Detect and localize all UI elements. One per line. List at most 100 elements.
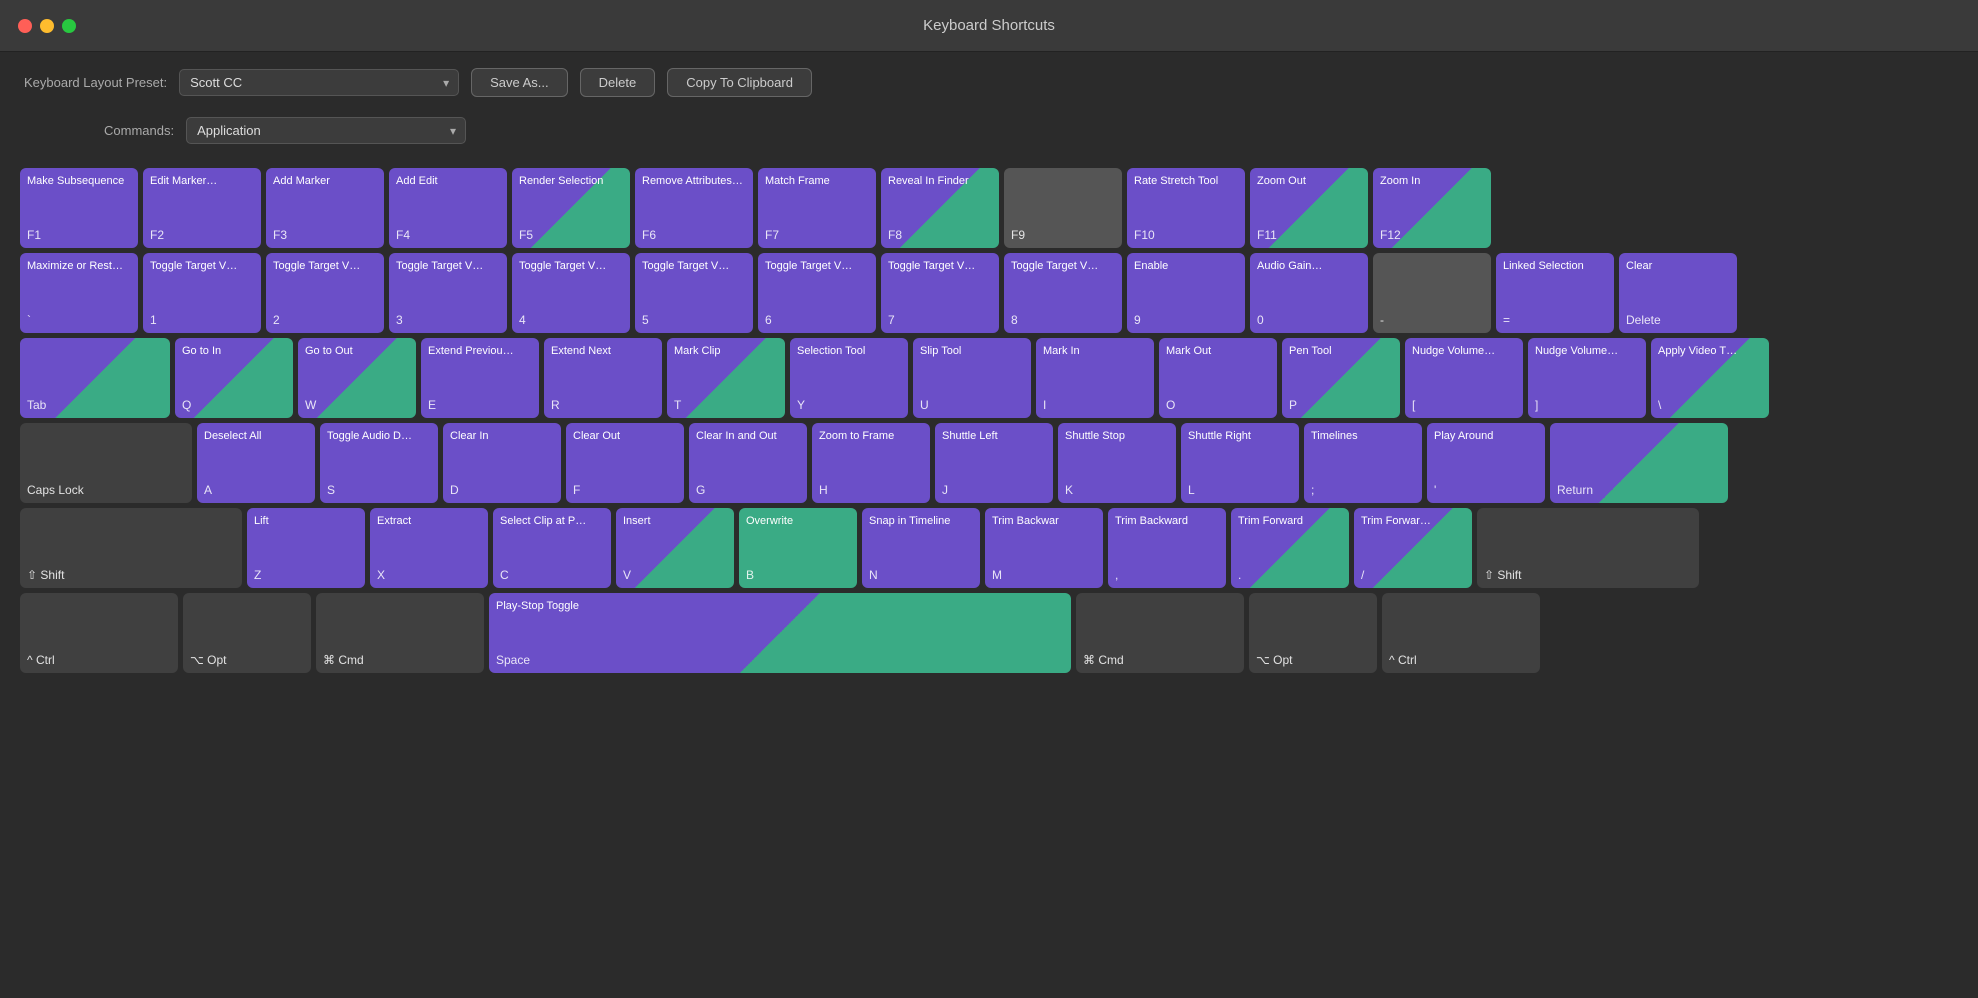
key-shortcut-shift-l: ⇧ Shift	[27, 568, 64, 582]
key-9[interactable]: Enable9	[1127, 253, 1245, 333]
key-name-8: Toggle Target V…	[1011, 259, 1115, 273]
key-v[interactable]: InsertV	[616, 508, 734, 588]
key-name-f6: Remove Attributes…	[642, 174, 746, 188]
maximize-button[interactable]	[62, 19, 76, 33]
key-f3[interactable]: Add MarkerF3	[266, 168, 384, 248]
key-f2[interactable]: Edit Marker…F2	[143, 168, 261, 248]
key-i[interactable]: Mark InI	[1036, 338, 1154, 418]
copy-to-clipboard-button[interactable]: Copy To Clipboard	[667, 68, 812, 97]
save-as-button[interactable]: Save As...	[471, 68, 568, 97]
key-f4[interactable]: Add EditF4	[389, 168, 507, 248]
key-l[interactable]: Shuttle RightL	[1181, 423, 1299, 503]
key-shortcut-f6: F6	[642, 228, 656, 242]
key-6[interactable]: Toggle Target V…6	[758, 253, 876, 333]
key-2[interactable]: Toggle Target V…2	[266, 253, 384, 333]
key-4[interactable]: Toggle Target V…4	[512, 253, 630, 333]
key-w[interactable]: Go to OutW	[298, 338, 416, 418]
key-caps[interactable]: Caps Lock	[20, 423, 192, 503]
key-g[interactable]: Clear In and OutG	[689, 423, 807, 503]
key-ctrl-l[interactable]: ^ Ctrl	[20, 593, 178, 673]
key-a[interactable]: Deselect AllA	[197, 423, 315, 503]
key-shortcut-backtick: `	[27, 313, 31, 327]
key-name-f12: Zoom In	[1380, 174, 1484, 188]
key-return[interactable]: Return	[1550, 423, 1728, 503]
key-slash[interactable]: Trim Forwar…/	[1354, 508, 1472, 588]
key-f1[interactable]: Make SubsequenceF1	[20, 168, 138, 248]
key-7[interactable]: Toggle Target V…7	[881, 253, 999, 333]
key-f8[interactable]: Reveal In FinderF8	[881, 168, 999, 248]
key-shortcut-f10: F10	[1134, 228, 1155, 242]
key-shortcut-c: C	[500, 568, 509, 582]
key-0[interactable]: Audio Gain…0	[1250, 253, 1368, 333]
key-shortcut-q: Q	[182, 398, 191, 412]
key-name-c: Select Clip at P…	[500, 514, 604, 528]
key-e[interactable]: Extend Previou…E	[421, 338, 539, 418]
key-d[interactable]: Clear InD	[443, 423, 561, 503]
key-quote[interactable]: Play Around'	[1427, 423, 1545, 503]
key-shortcut-t: T	[674, 398, 681, 412]
key-space[interactable]: Play-Stop ToggleSpace	[489, 593, 1071, 673]
key-cmd-r[interactable]: ⌘ Cmd	[1076, 593, 1244, 673]
key-j[interactable]: Shuttle LeftJ	[935, 423, 1053, 503]
key-semicolon[interactable]: Timelines;	[1304, 423, 1422, 503]
key-b[interactable]: OverwriteB	[739, 508, 857, 588]
key-name-f10: Rate Stretch Tool	[1134, 174, 1238, 188]
key-f11[interactable]: Zoom OutF11	[1250, 168, 1368, 248]
delete-button[interactable]: Delete	[580, 68, 656, 97]
key-cmd-l[interactable]: ⌘ Cmd	[316, 593, 484, 673]
close-button[interactable]	[18, 19, 32, 33]
key-tab[interactable]: Tab	[20, 338, 170, 418]
key-opt-l[interactable]: ⌥ Opt	[183, 593, 311, 673]
commands-select[interactable]: Application	[186, 117, 466, 144]
key-bracket-r[interactable]: Nudge Volume…]	[1528, 338, 1646, 418]
key-c[interactable]: Select Clip at P… C	[493, 508, 611, 588]
key-comma[interactable]: Trim Backward,	[1108, 508, 1226, 588]
key-3[interactable]: Toggle Target V…3	[389, 253, 507, 333]
key-equals[interactable]: Linked Selection=	[1496, 253, 1614, 333]
key-p[interactable]: Pen ToolP	[1282, 338, 1400, 418]
key-f[interactable]: Clear OutF	[566, 423, 684, 503]
key-shift-r[interactable]: ⇧ Shift	[1477, 508, 1699, 588]
key-f6[interactable]: Remove Attributes… F6	[635, 168, 753, 248]
key-f9[interactable]: F9	[1004, 168, 1122, 248]
key-f10[interactable]: Rate Stretch Tool F10	[1127, 168, 1245, 248]
key-y[interactable]: Selection ToolY	[790, 338, 908, 418]
key-x[interactable]: ExtractX	[370, 508, 488, 588]
key-f12[interactable]: Zoom InF12	[1373, 168, 1491, 248]
key-bracket-l[interactable]: Nudge Volume…[	[1405, 338, 1523, 418]
key-period[interactable]: Trim Forward.	[1231, 508, 1349, 588]
key-minus[interactable]: -	[1373, 253, 1491, 333]
key-u[interactable]: Slip ToolU	[913, 338, 1031, 418]
key-opt-r[interactable]: ⌥ Opt	[1249, 593, 1377, 673]
key-o[interactable]: Mark OutO	[1159, 338, 1277, 418]
key-h[interactable]: Zoom to FrameH	[812, 423, 930, 503]
key-name-o: Mark Out	[1166, 344, 1270, 358]
key-backslash[interactable]: Apply Video T…\	[1651, 338, 1769, 418]
key-name-b: Overwrite	[746, 514, 850, 528]
key-1[interactable]: Toggle Target V…1	[143, 253, 261, 333]
key-z[interactable]: LiftZ	[247, 508, 365, 588]
key-s[interactable]: Toggle Audio D…S	[320, 423, 438, 503]
key-name-3: Toggle Target V…	[396, 259, 500, 273]
key-name-u: Slip Tool	[920, 344, 1024, 358]
key-5[interactable]: Toggle Target V…5	[635, 253, 753, 333]
key-ctrl-r[interactable]: ^ Ctrl	[1382, 593, 1540, 673]
key-r[interactable]: Extend NextR	[544, 338, 662, 418]
key-n[interactable]: Snap in TimelineN	[862, 508, 980, 588]
keyboard-row-row-numbers: Maximize or Rest…`Toggle Target V…1Toggl…	[20, 253, 1958, 333]
key-8[interactable]: Toggle Target V…8	[1004, 253, 1122, 333]
minimize-button[interactable]	[40, 19, 54, 33]
key-shift-l[interactable]: ⇧ Shift	[20, 508, 242, 588]
key-m[interactable]: Trim BackwarM	[985, 508, 1103, 588]
key-f5[interactable]: Render SelectionF5	[512, 168, 630, 248]
key-q[interactable]: Go to InQ	[175, 338, 293, 418]
key-shortcut-2: 2	[273, 313, 280, 327]
key-delete[interactable]: ClearDelete	[1619, 253, 1737, 333]
key-backtick[interactable]: Maximize or Rest…`	[20, 253, 138, 333]
preset-select[interactable]: Scott CC	[179, 69, 459, 96]
key-k[interactable]: Shuttle StopK	[1058, 423, 1176, 503]
key-name-5: Toggle Target V…	[642, 259, 746, 273]
key-shortcut-backslash: \	[1658, 398, 1661, 412]
key-t[interactable]: Mark ClipT	[667, 338, 785, 418]
key-f7[interactable]: Match FrameF7	[758, 168, 876, 248]
